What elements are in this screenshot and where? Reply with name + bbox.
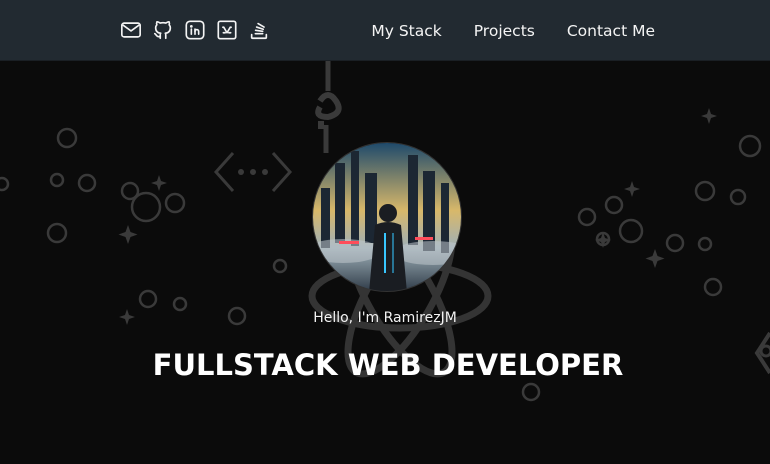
hook-icon	[315, 61, 342, 153]
page-title: FULLSTACK WEB DEVELOPER	[152, 348, 624, 382]
stackoverflow-icon[interactable]	[248, 19, 270, 41]
github-icon[interactable]	[152, 19, 174, 41]
bubbles-left	[0, 127, 288, 326]
mail-icon[interactable]	[120, 19, 142, 41]
avatar	[312, 142, 462, 292]
hero-section: Hello, I'm RamirezJM FULLSTACK WEB DEVEL…	[0, 61, 770, 464]
greeting-text: Hello, I'm RamirezJM	[313, 310, 457, 326]
linkedin-icon[interactable]	[184, 19, 206, 41]
navbar: My Stack Projects Contact Me	[0, 0, 770, 61]
nav-link-projects[interactable]: Projects	[474, 22, 535, 40]
nav-link-my-stack[interactable]: My Stack	[371, 22, 441, 40]
nav-link-contact-me[interactable]: Contact Me	[567, 22, 655, 40]
avatar-image	[313, 143, 461, 291]
social-links	[120, 19, 270, 41]
nav-links: My Stack Projects Contact Me	[371, 0, 655, 61]
medium-icon[interactable]	[216, 19, 238, 41]
